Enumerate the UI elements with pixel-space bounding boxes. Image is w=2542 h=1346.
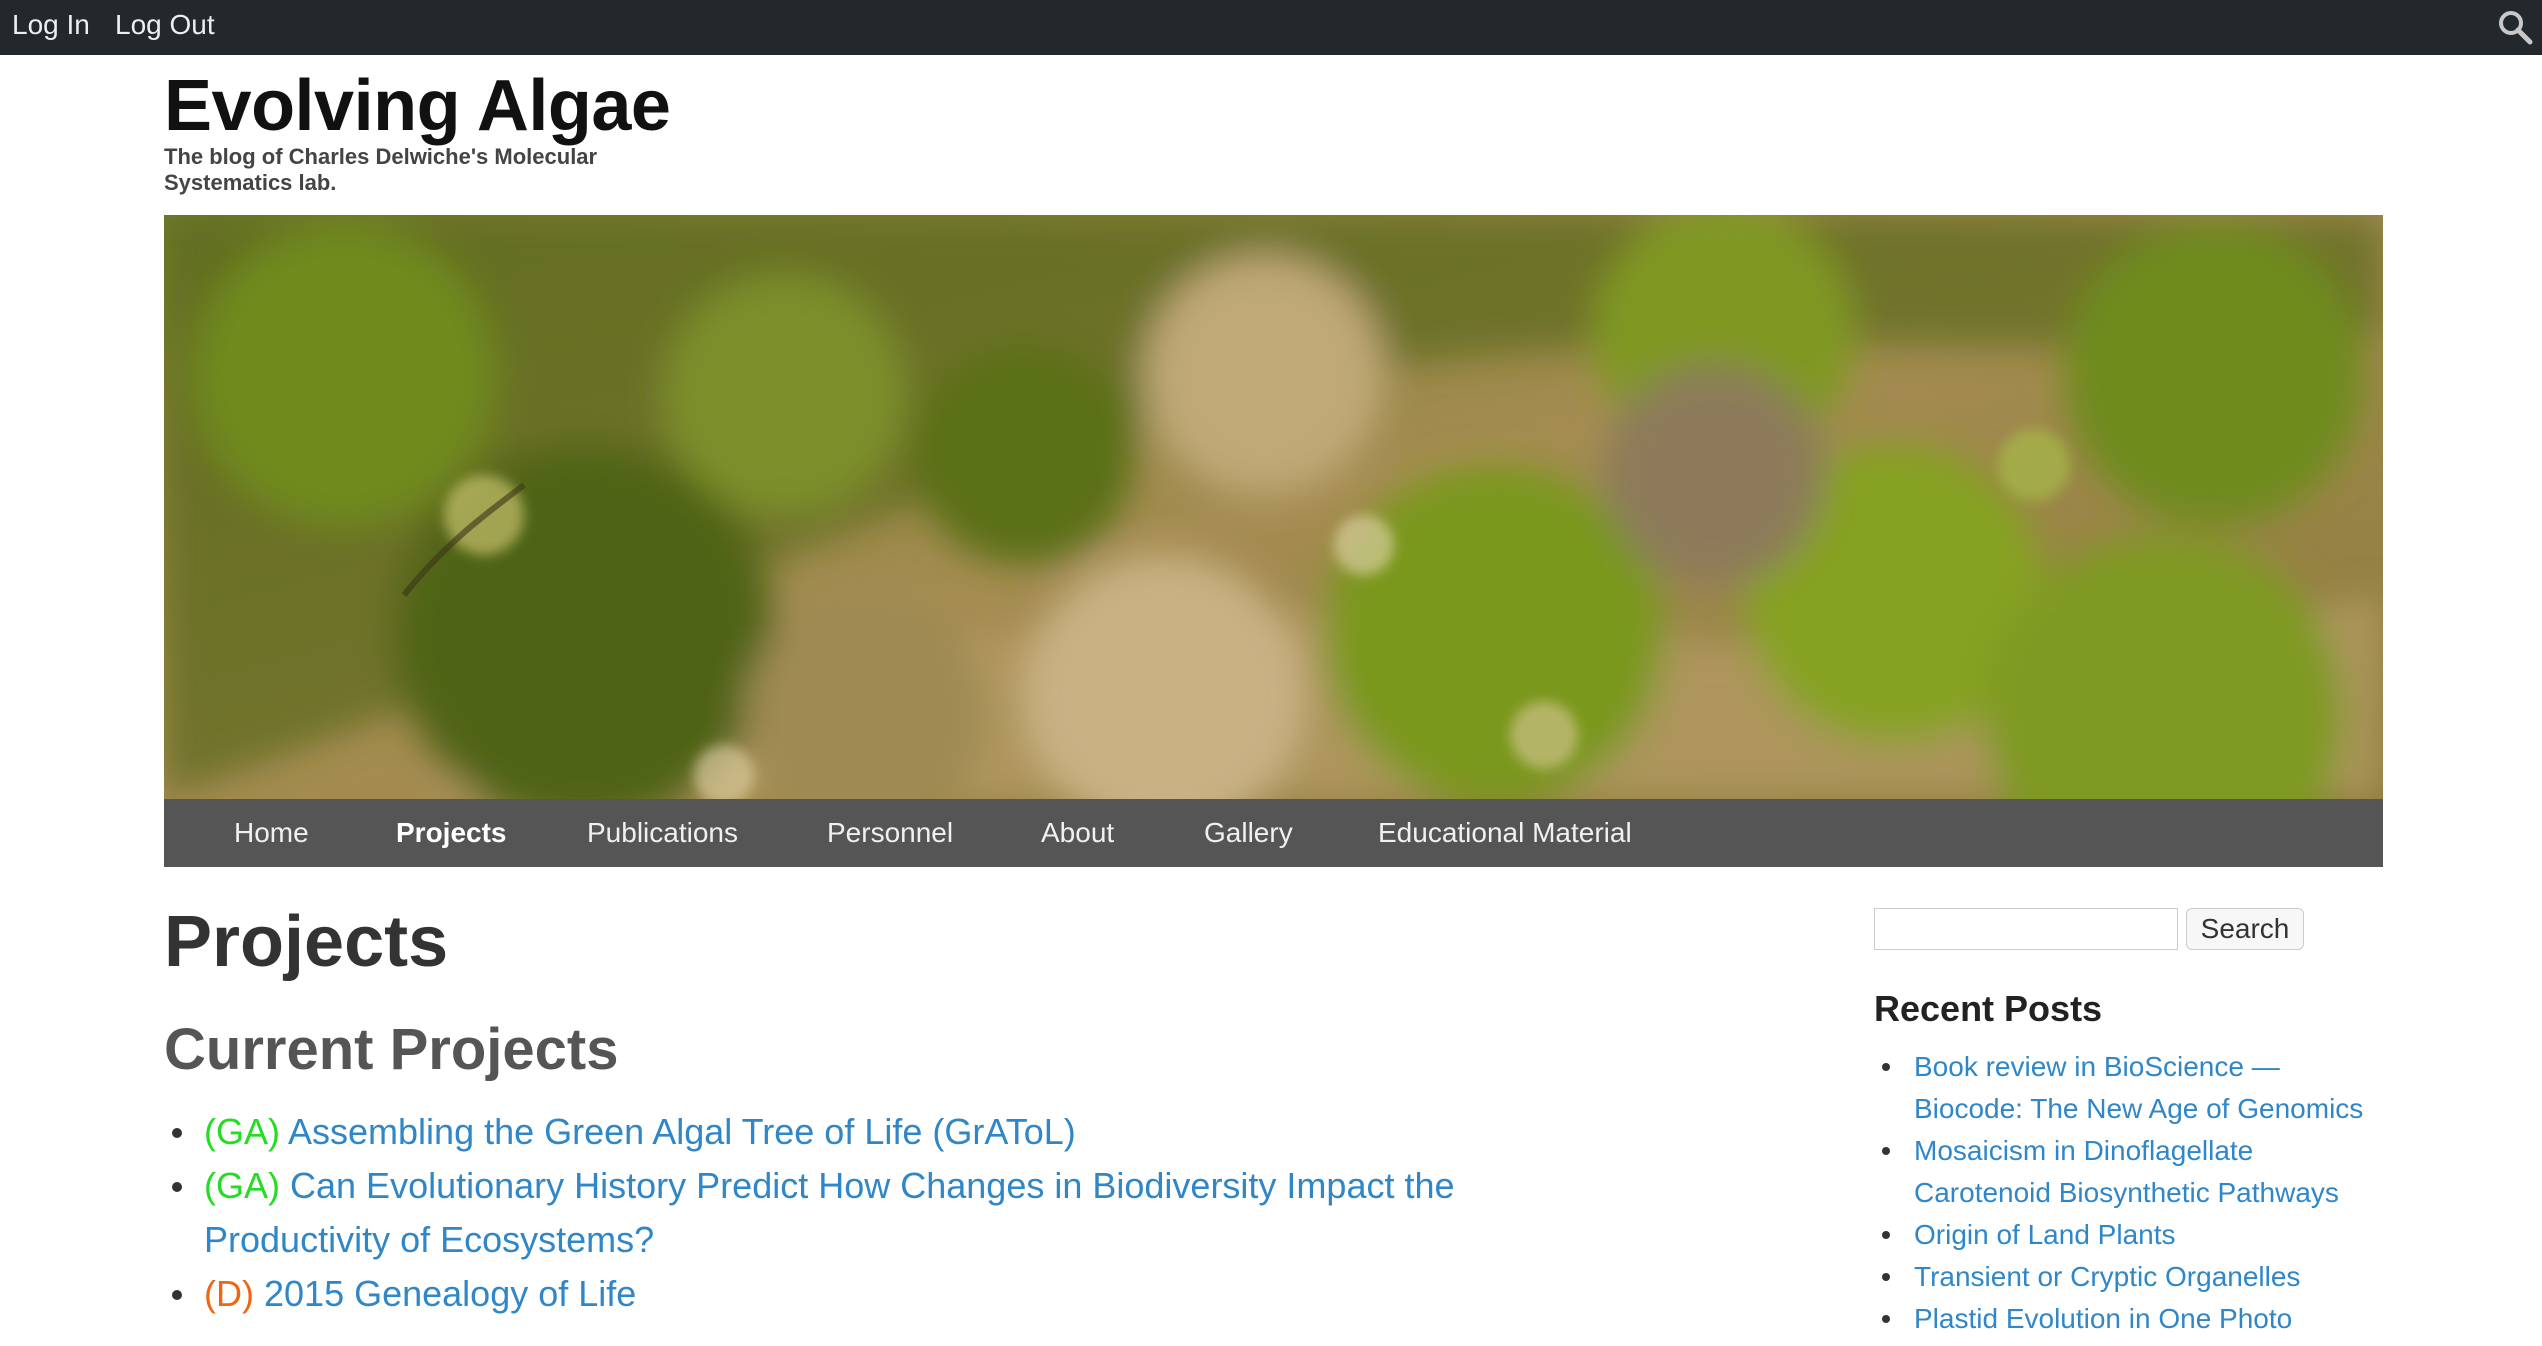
list-item: Book review in BioScience — Biocode: The…	[1874, 1046, 2394, 1130]
list-item: Mosaicism in Dinoflagellate Carotenoid B…	[1874, 1130, 2394, 1214]
section-title: Current Projects	[164, 1017, 619, 1082]
list-item: (GA) Assembling the Green Algal Tree of …	[164, 1105, 1564, 1159]
recent-post-link[interactable]: Book review in BioScience — Biocode: The…	[1914, 1051, 2363, 1124]
site-description: The blog of Charles Delwiche's Molecular…	[164, 144, 598, 195]
project-link[interactable]: Assembling the Green Algal Tree of Life …	[288, 1111, 1076, 1152]
header-banner-image	[164, 215, 2383, 799]
recent-post-link[interactable]: Mosaicism in Dinoflagellate Carotenoid B…	[1914, 1135, 2339, 1208]
list-item: (D) 2015 Genealogy of Life	[164, 1267, 1564, 1321]
recent-posts-title: Recent Posts	[1874, 988, 2103, 1029]
nav-gallery[interactable]: Gallery	[1204, 817, 1293, 849]
nav-about[interactable]: About	[1041, 817, 1114, 849]
project-tag: (GA)	[204, 1111, 280, 1152]
nav-publications[interactable]: Publications	[587, 817, 738, 849]
project-tag: (GA)	[204, 1165, 280, 1206]
nav-personnel[interactable]: Personnel	[827, 817, 953, 849]
list-item: (GA) Can Evolutionary History Predict Ho…	[164, 1159, 1564, 1267]
site-title[interactable]: Evolving Algae	[164, 66, 671, 146]
sidebar-search-input[interactable]	[1874, 908, 2178, 950]
login-link[interactable]: Log In	[12, 9, 90, 41]
list-item: Transient or Cryptic Organelles	[1874, 1256, 2394, 1298]
project-tag: (D)	[204, 1273, 254, 1314]
recent-posts-list: Book review in BioScience — Biocode: The…	[1874, 1046, 2394, 1340]
sidebar-search-button[interactable]: Search	[2186, 908, 2304, 950]
logout-link[interactable]: Log Out	[115, 9, 215, 41]
recent-post-link[interactable]: Transient or Cryptic Organelles	[1914, 1261, 2300, 1292]
nav-home[interactable]: Home	[234, 817, 309, 849]
main-nav: Home Projects Publications Personnel Abo…	[164, 799, 2383, 867]
search-icon[interactable]	[2496, 8, 2534, 46]
recent-post-link[interactable]: Plastid Evolution in One Photo	[1914, 1303, 2292, 1334]
nav-educational-material[interactable]: Educational Material	[1378, 817, 1632, 849]
recent-post-link[interactable]: Origin of Land Plants	[1914, 1219, 2176, 1250]
project-list: (GA) Assembling the Green Algal Tree of …	[164, 1105, 1564, 1321]
project-link[interactable]: Can Evolutionary History Predict How Cha…	[204, 1165, 1455, 1260]
list-item: Origin of Land Plants	[1874, 1214, 2394, 1256]
page-title: Projects	[164, 902, 449, 982]
nav-projects[interactable]: Projects	[396, 817, 507, 849]
admin-bar: Log In Log Out	[0, 0, 2542, 55]
project-link[interactable]: 2015 Genealogy of Life	[264, 1273, 636, 1314]
list-item: Plastid Evolution in One Photo	[1874, 1298, 2394, 1340]
